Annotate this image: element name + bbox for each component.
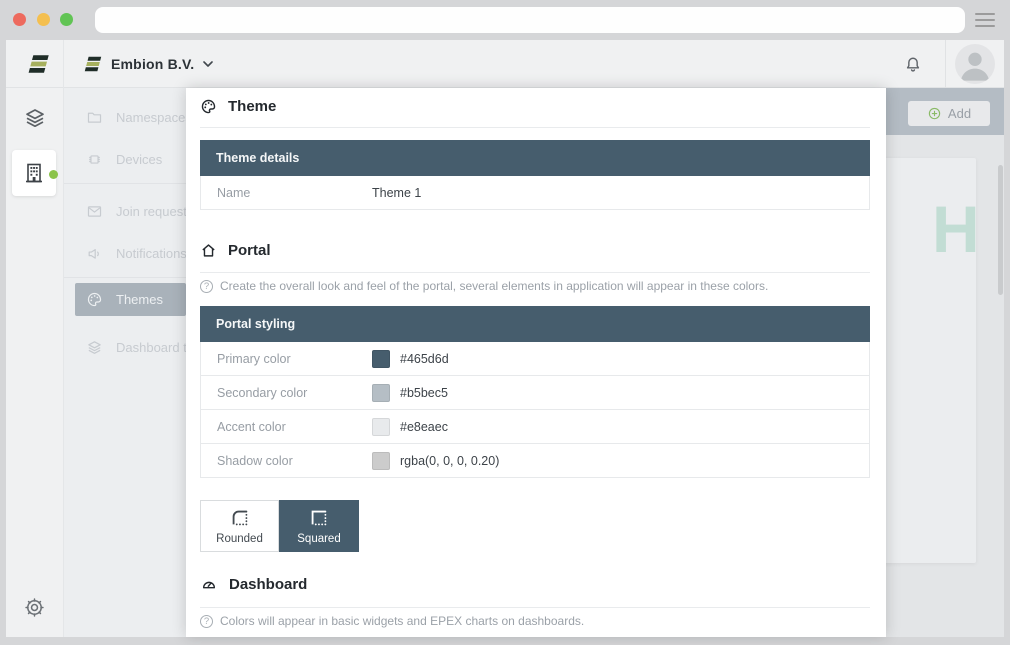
portal-styling-table: Portal styling Primary color #465d6d Sec…: [200, 306, 870, 478]
row-value: #b5bec5: [400, 386, 448, 400]
sidebar-item-label: Notifications: [116, 246, 186, 261]
url-bar[interactable]: [95, 7, 965, 33]
gauge-icon: [200, 576, 218, 593]
question-icon: ?: [200, 615, 213, 628]
settings-gear-icon[interactable]: [23, 596, 46, 619]
sidebar-item-namespaces[interactable]: Namespaces: [64, 104, 186, 130]
app-logo[interactable]: [6, 40, 64, 88]
zoom-window-button[interactable]: [60, 13, 73, 26]
corner-button-label: Rounded: [216, 533, 263, 545]
sidebar-item-notifications[interactable]: Notifications: [64, 240, 186, 266]
page-background: Add H: [886, 88, 1004, 637]
table-row-name[interactable]: Name Theme 1: [200, 176, 870, 210]
table-row-accent-color[interactable]: Accent color #e8eaec: [200, 410, 870, 444]
sidebar-item-label: Join requests: [116, 204, 186, 219]
sidebar-item-label: Dashboard templates: [116, 340, 186, 355]
folder-icon: [86, 109, 103, 126]
online-status-dot: [49, 170, 58, 179]
rounded-corners-button[interactable]: Rounded: [200, 500, 279, 552]
squared-corners-button[interactable]: Squared: [279, 500, 359, 552]
sidebar-item-label: Themes: [116, 292, 163, 307]
sidebar-divider: [64, 183, 186, 184]
add-button-label: Add: [948, 106, 971, 121]
color-swatch[interactable]: [372, 384, 390, 402]
corner-style-toggle: Rounded Squared: [200, 500, 359, 552]
section-title: Dashboard: [229, 576, 307, 593]
table-header: Theme details: [200, 140, 870, 176]
app-header: Embion B.V.: [6, 40, 1004, 88]
chevron-down-icon: [203, 61, 213, 67]
color-swatch[interactable]: [372, 350, 390, 368]
company-name: Embion B.V.: [111, 56, 194, 72]
theme-section-heading: Theme: [200, 98, 276, 115]
plus-circle-icon: [927, 106, 942, 121]
sidebar-item-join-requests[interactable]: Join requests: [64, 198, 186, 224]
row-label: Shadow color: [217, 454, 372, 468]
portal-help: ? Create the overall look and feel of th…: [200, 279, 768, 293]
palette-icon: [200, 98, 217, 115]
chip-icon: [86, 151, 103, 168]
table-row-primary-color[interactable]: Primary color #465d6d: [200, 342, 870, 376]
help-text: Create the overall look and feel of the …: [220, 279, 768, 293]
building-icon: [22, 161, 46, 185]
company-logo-icon: [78, 55, 102, 73]
browser-chrome: [0, 0, 1010, 40]
logo-watermark: H: [932, 196, 980, 262]
row-value: rgba(0, 0, 0, 0.20): [400, 454, 499, 468]
theme-modal: Theme Theme details Name Theme 1 Portal …: [186, 88, 886, 637]
row-value: #e8eaec: [400, 420, 448, 434]
section-title: Theme: [228, 98, 276, 115]
row-label: Name: [217, 186, 372, 200]
question-icon: ?: [200, 280, 213, 293]
dashboard-section-heading: Dashboard: [200, 576, 307, 593]
corner-rounded-icon: [229, 507, 251, 529]
notifications-bell-icon[interactable]: [903, 54, 923, 75]
header-divider: [945, 40, 946, 88]
section-divider: [200, 272, 870, 273]
minimize-window-button[interactable]: [37, 13, 50, 26]
icon-rail: [6, 88, 64, 637]
table-row-shadow-color[interactable]: Shadow color rgba(0, 0, 0, 0.20): [200, 444, 870, 478]
theme-details-table: Theme details Name Theme 1: [200, 140, 870, 210]
vertical-scrollbar[interactable]: [998, 165, 1003, 295]
color-swatch[interactable]: [372, 418, 390, 436]
corner-squared-icon: [308, 507, 330, 529]
section-sidebar: Namespaces Devices Join requests Notific…: [64, 88, 186, 637]
envelope-icon: [86, 203, 103, 220]
row-label: Primary color: [217, 352, 372, 366]
rail-item-company[interactable]: [12, 150, 56, 196]
row-label: Accent color: [217, 420, 372, 434]
sidebar-item-dashboard-templates[interactable]: Dashboard templates: [64, 334, 186, 360]
portal-section-heading: Portal: [200, 242, 271, 259]
user-avatar[interactable]: [955, 44, 995, 84]
table-row-secondary-color[interactable]: Secondary color #b5bec5: [200, 376, 870, 410]
dashboard-help: ? Colors will appear in basic widgets an…: [200, 614, 584, 628]
namespaces-layers-icon[interactable]: [23, 106, 47, 130]
app-window: Embion B.V.: [6, 40, 1004, 637]
company-switcher[interactable]: Embion B.V.: [78, 40, 213, 88]
help-text: Colors will appear in basic widgets and …: [220, 614, 584, 628]
sidebar-item-themes[interactable]: Themes: [75, 283, 186, 316]
close-window-button[interactable]: [13, 13, 26, 26]
section-title: Portal: [228, 242, 271, 259]
palette-icon: [86, 291, 103, 308]
sidebar-item-label: Devices: [116, 152, 162, 167]
megaphone-icon: [86, 245, 103, 262]
row-value: Theme 1: [372, 186, 421, 200]
corner-button-label: Squared: [297, 533, 340, 545]
color-swatch[interactable]: [372, 452, 390, 470]
sidebar-divider: [64, 277, 186, 278]
add-button[interactable]: Add: [908, 101, 990, 126]
home-icon: [200, 242, 217, 259]
sidebar-item-label: Namespaces: [116, 110, 186, 125]
browser-menu-icon[interactable]: [975, 13, 995, 27]
row-value: #465d6d: [400, 352, 449, 366]
section-divider: [200, 607, 870, 608]
sidebar-item-devices[interactable]: Devices: [64, 146, 186, 172]
section-divider: [200, 127, 870, 128]
row-label: Secondary color: [217, 386, 372, 400]
layers-icon: [86, 339, 103, 356]
table-header: Portal styling: [200, 306, 870, 342]
